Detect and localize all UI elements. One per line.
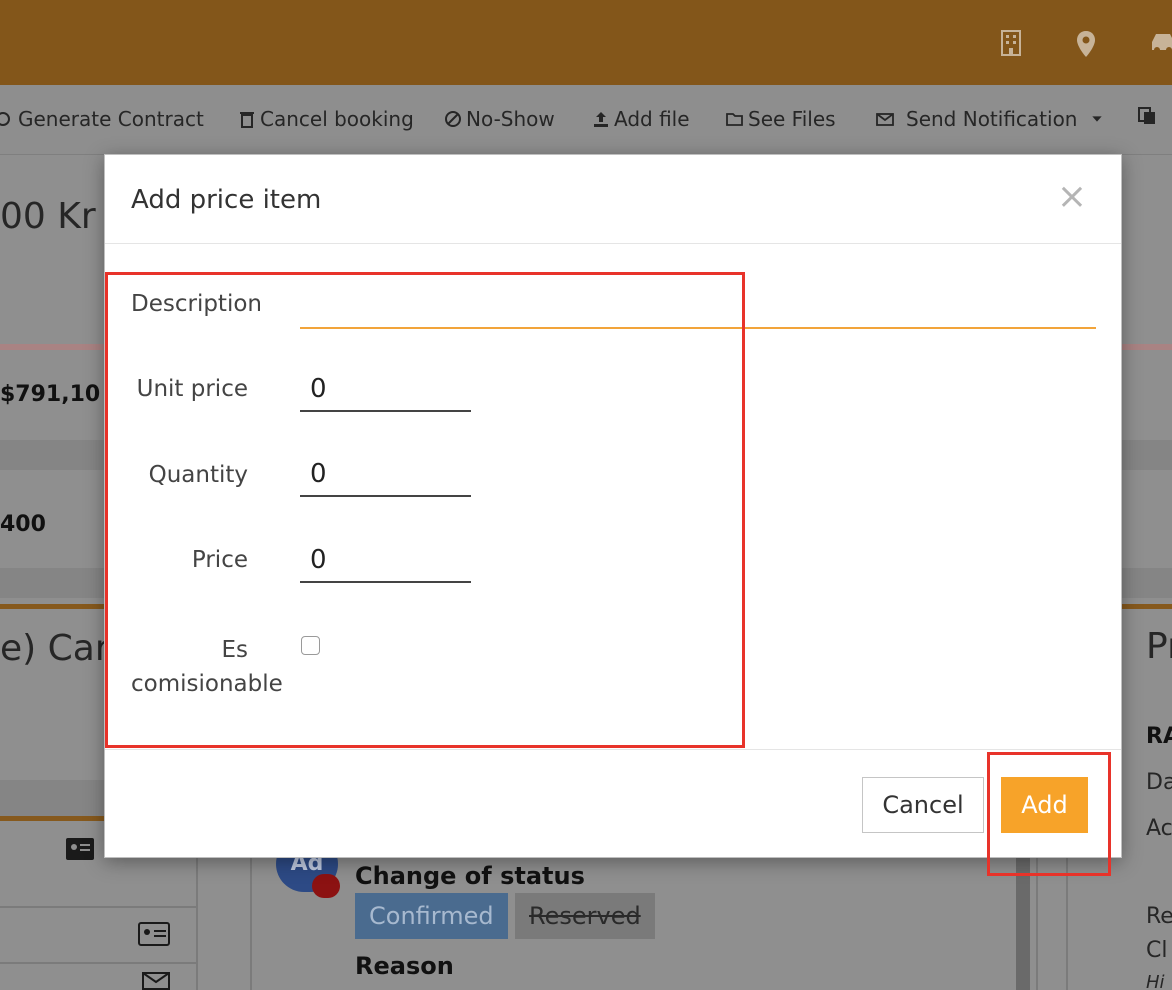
generate-contract-button[interactable]: Generate Contract — [0, 107, 204, 131]
caret-down-icon — [1092, 116, 1103, 122]
comment-icon — [312, 874, 340, 898]
column-divider — [196, 858, 198, 990]
booking-action-toolbar: Generate Contract Cancel booking No-Show… — [0, 85, 1172, 155]
envelope-icon[interactable] — [142, 972, 170, 990]
no-show-button[interactable]: No-Show — [444, 107, 555, 131]
timeline-title: Change of status — [355, 862, 585, 890]
row-band — [0, 780, 104, 818]
right-panel-heading-fragment: Pr — [1146, 626, 1172, 667]
building-icon[interactable] — [1000, 30, 1022, 60]
scrollbar[interactable] — [1016, 858, 1030, 990]
add-file-label: Add file — [614, 107, 690, 131]
unit-price-label: Unit price — [136, 376, 248, 402]
generate-contract-label: Generate Contract — [18, 107, 204, 131]
top-navbar — [0, 0, 1172, 85]
copy-button[interactable] — [1138, 107, 1156, 125]
description-label: Description — [131, 291, 262, 317]
status-badge-old: Reserved — [515, 893, 655, 939]
add-button[interactable]: Add — [1001, 777, 1088, 833]
divider — [0, 906, 196, 908]
envelope-icon — [876, 113, 894, 126]
right-panel-line: Re — [1146, 904, 1172, 929]
see-files-label: See Files — [748, 107, 836, 131]
folder-open-icon — [726, 113, 743, 126]
price-label: Price — [191, 547, 248, 573]
send-notification-dropdown[interactable]: Send Notification — [876, 107, 1103, 131]
status-badge-new: Confirmed — [355, 893, 508, 939]
add-price-item-modal: Add price item × Description Unit price … — [104, 154, 1122, 858]
section-accent-line — [0, 816, 104, 821]
amount-value-1: $791,10 — [0, 382, 101, 407]
quantity-input[interactable] — [300, 453, 471, 497]
commissionable-label: Es comisionable — [131, 633, 286, 701]
trash-icon — [240, 112, 254, 128]
commissionable-label-line2: comisionable — [131, 671, 283, 697]
booking-heading-fragment: 00 Kr — [0, 196, 96, 237]
add-file-button[interactable]: Add file — [592, 107, 690, 131]
divider — [0, 962, 196, 964]
column-divider — [1066, 858, 1068, 990]
modal-footer: Cancel Add — [105, 749, 1121, 858]
right-panel-line: Cl — [1146, 938, 1168, 963]
modal-header: Add price item × — [105, 155, 1121, 244]
commissionable-label-line1: Es — [221, 637, 248, 663]
id-card-icon[interactable] — [66, 838, 94, 864]
right-panel-line: Hi — [1146, 972, 1165, 990]
column-divider — [1036, 858, 1038, 990]
description-input[interactable] — [300, 293, 1096, 329]
contract-icon — [0, 112, 10, 126]
column-divider — [250, 858, 252, 990]
reason-label: Reason — [355, 952, 454, 980]
right-panel-line: Ac — [1146, 816, 1172, 841]
ban-icon — [445, 111, 461, 127]
section-accent-line — [0, 604, 110, 609]
see-files-button[interactable]: See Files — [726, 107, 836, 131]
right-panel-bold-fragment: RA — [1146, 724, 1172, 749]
amount-value-2: 400 — [0, 512, 46, 537]
car-icon[interactable] — [1148, 30, 1172, 58]
section-accent-line — [1122, 604, 1172, 609]
id-card-icon[interactable] — [138, 922, 170, 950]
modal-title: Add price item — [131, 185, 322, 215]
close-icon[interactable]: × — [1057, 179, 1087, 215]
map-marker-icon[interactable] — [1075, 30, 1097, 62]
upload-icon — [594, 112, 608, 127]
right-panel-line: Da — [1146, 770, 1172, 795]
commissionable-checkbox[interactable] — [301, 636, 320, 655]
no-show-label: No-Show — [466, 107, 555, 131]
price-input[interactable] — [300, 539, 471, 583]
quantity-label: Quantity — [148, 462, 248, 488]
copy-icon — [1138, 107, 1155, 124]
unit-price-input[interactable] — [300, 368, 471, 412]
cancel-booking-button[interactable]: Cancel booking — [238, 107, 414, 131]
cancel-booking-label: Cancel booking — [260, 107, 414, 131]
cancel-button[interactable]: Cancel — [862, 777, 984, 833]
send-notification-label: Send Notification — [906, 107, 1078, 131]
